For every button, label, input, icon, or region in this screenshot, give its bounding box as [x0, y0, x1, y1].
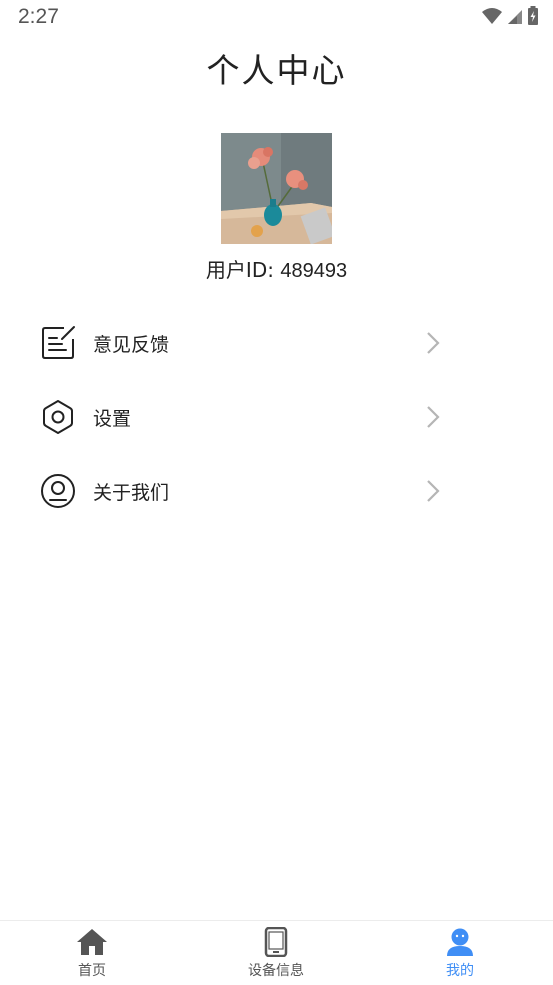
menu-item-settings[interactable]: 设置 — [0, 380, 553, 454]
bottom-nav: 首页 设备信息 我的 — [0, 920, 553, 985]
menu-item-label: 意见反馈 — [93, 334, 170, 356]
nav-label-mine: 我的 — [446, 963, 474, 979]
feedback-icon — [42, 326, 75, 359]
user-id-value: 489493 — [280, 260, 348, 282]
settings-icon — [43, 400, 73, 434]
page-title: 个人中心 — [206, 51, 347, 90]
status-bar: 2:27 — [0, 0, 553, 34]
device-icon — [264, 927, 288, 957]
battery-icon — [528, 6, 538, 25]
status-icons — [481, 6, 539, 26]
menu-item-about-us[interactable]: 关于我们 — [0, 454, 553, 528]
chevron-right-icon — [427, 406, 440, 428]
nav-item-device-info[interactable]: 设备信息 — [226, 927, 326, 983]
menu-list: 意见反馈 设置 关于我们 — [0, 306, 553, 528]
chevron-right-icon — [427, 480, 440, 502]
avatar[interactable] — [221, 133, 332, 244]
about-us-icon — [41, 474, 75, 508]
nav-item-mine[interactable]: 我的 — [410, 927, 510, 983]
nav-label-device-info: 设备信息 — [248, 963, 304, 979]
chevron-right-icon — [427, 332, 440, 354]
menu-item-feedback[interactable]: 意见反馈 — [0, 306, 553, 380]
user-id: 用户ID: 489493 — [0, 254, 553, 283]
wifi-icon — [482, 8, 502, 24]
nav-label-home: 首页 — [78, 963, 106, 979]
menu-item-label: 设置 — [93, 408, 132, 430]
nav-item-home[interactable]: 首页 — [42, 927, 142, 983]
user-id-label: 用户ID: — [205, 258, 281, 282]
avatar-image — [221, 133, 332, 244]
status-time: 2:27 — [18, 5, 59, 28]
profile-icon — [447, 928, 473, 956]
menu-item-label: 关于我们 — [93, 482, 170, 504]
signal-icon — [508, 10, 522, 24]
home-icon — [77, 929, 107, 955]
